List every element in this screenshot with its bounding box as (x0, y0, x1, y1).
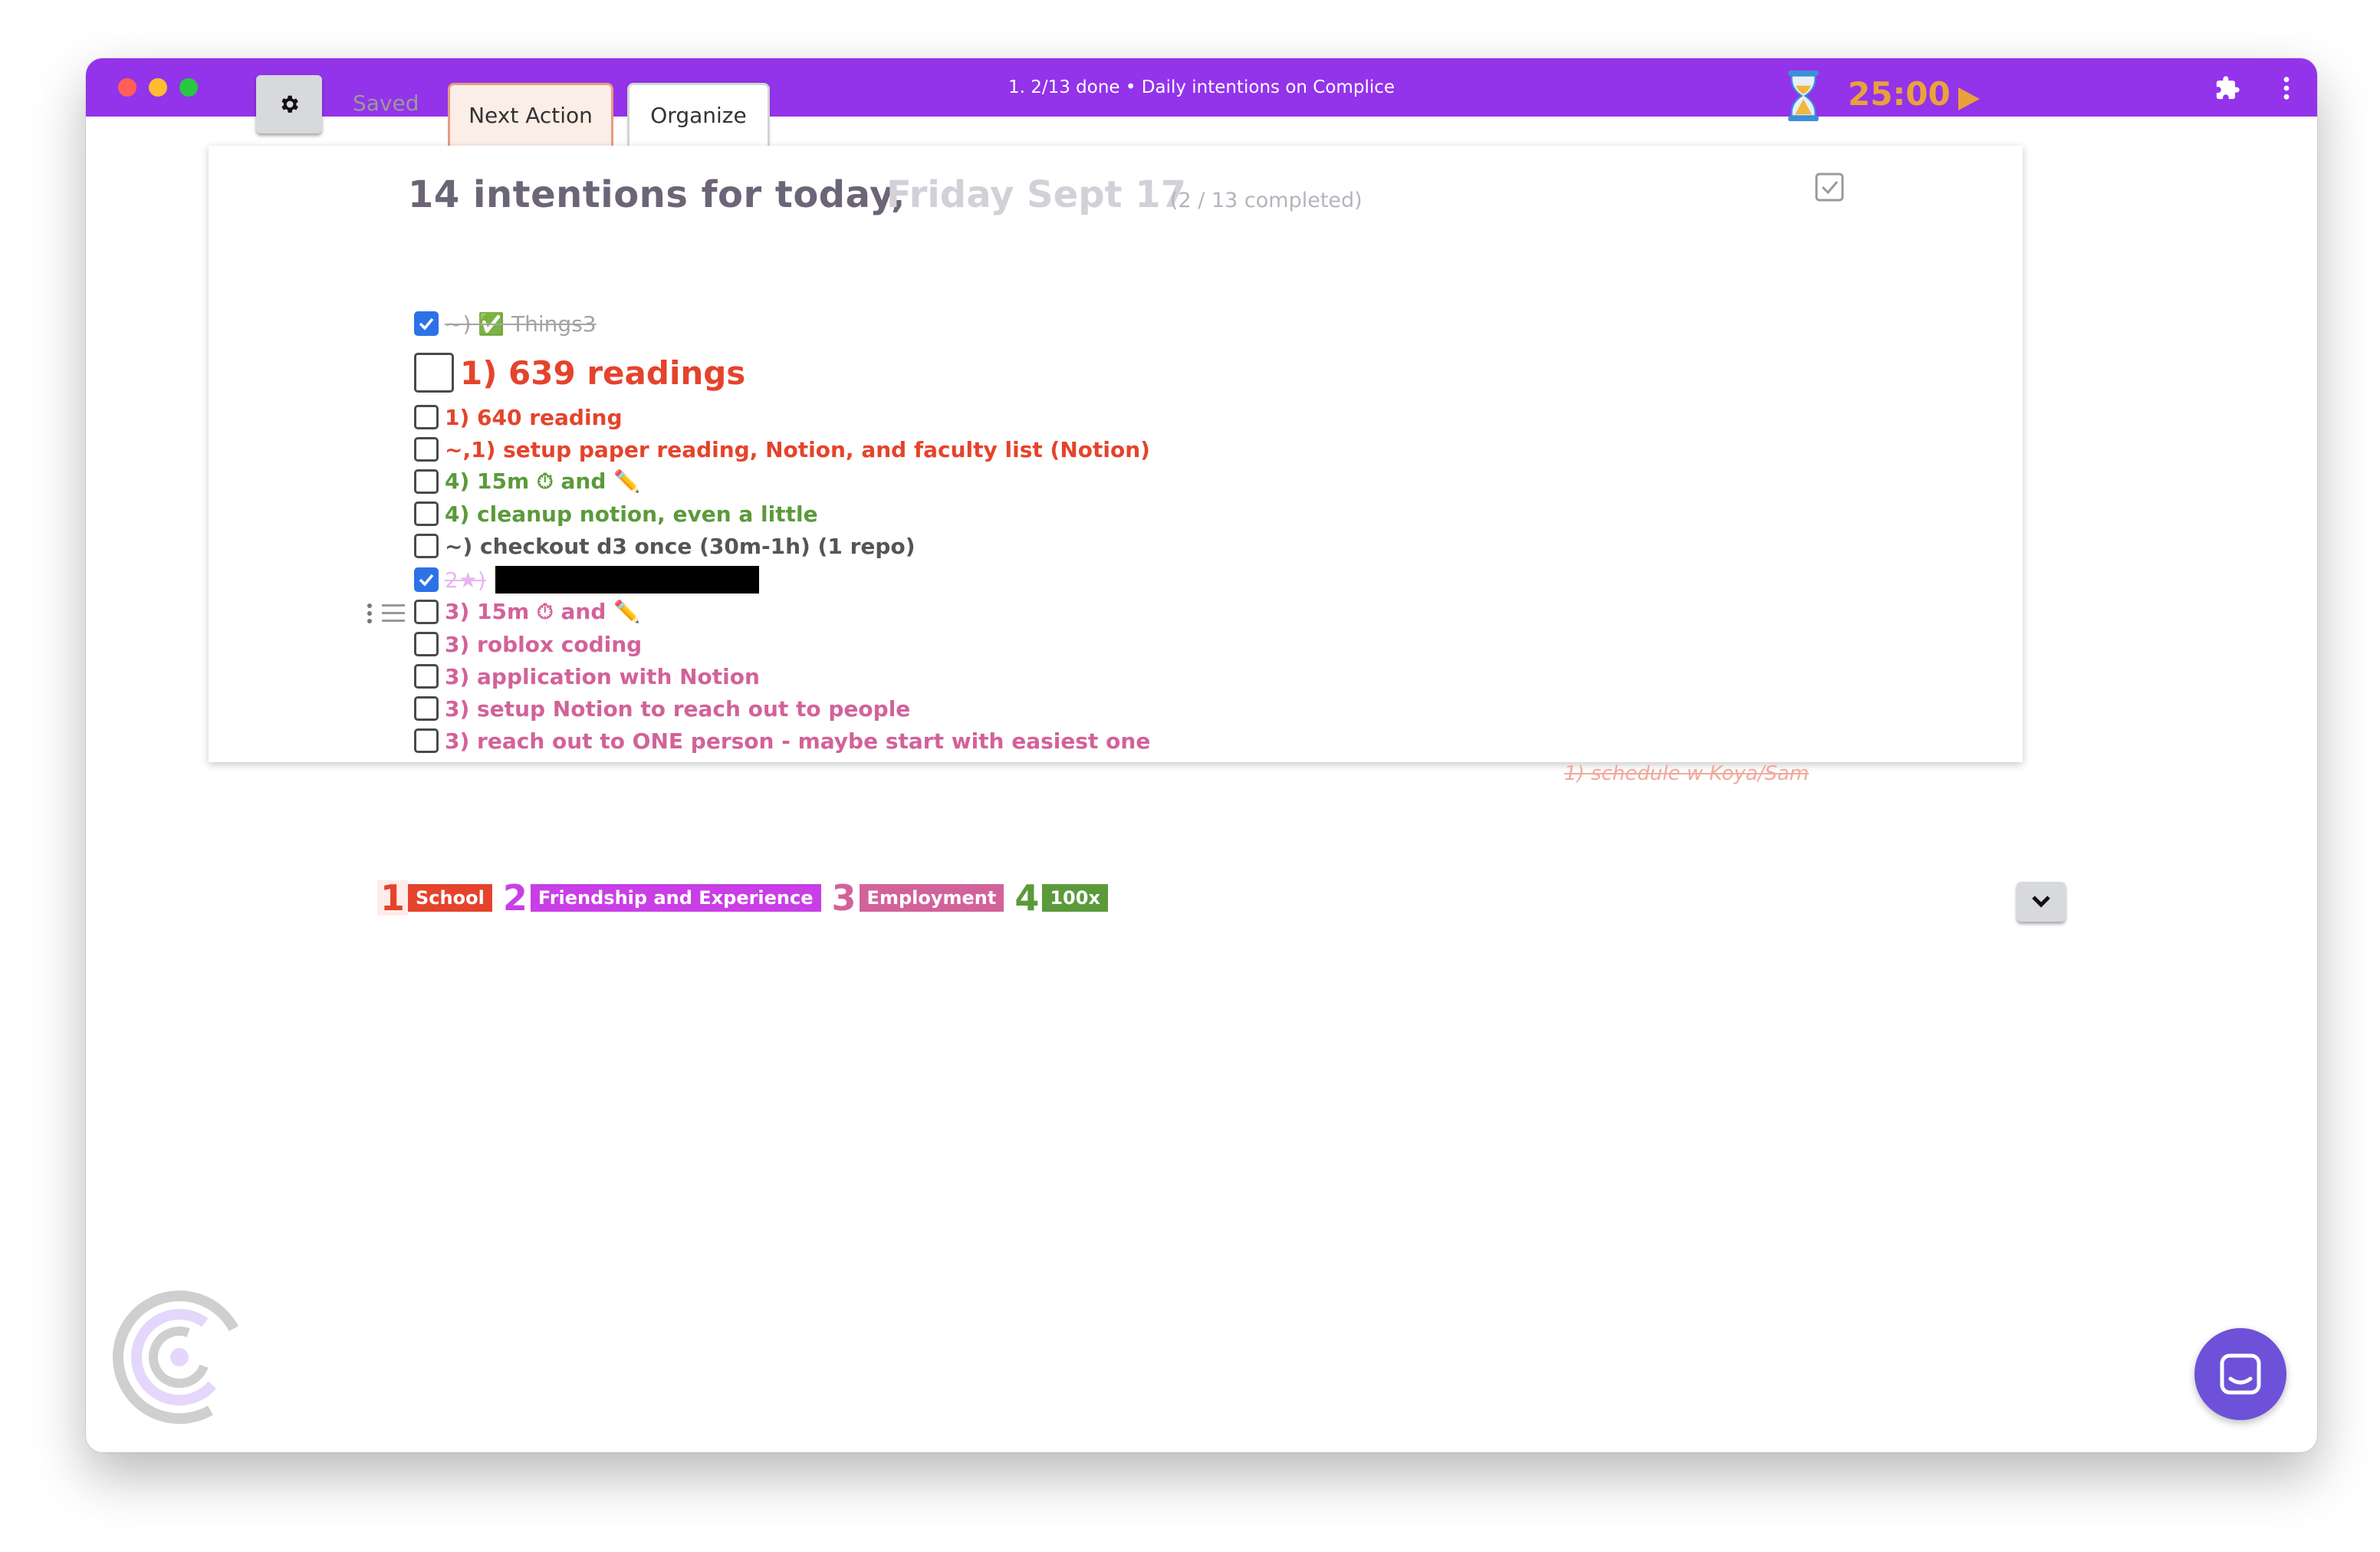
intention-text: 1) 639 readings (460, 353, 746, 392)
goal-number: 3 (831, 877, 856, 919)
window-title: 1. 2/13 done • Daily intentions on Compl… (1008, 77, 1395, 97)
intention-checkbox[interactable] (414, 600, 439, 624)
intentions-heading: 14 intentions for today, (408, 173, 906, 216)
intention-checkbox[interactable] (414, 534, 439, 558)
completed-count: (2 / 13 completed) (1170, 189, 1363, 212)
intention-item[interactable]: 2★) (414, 564, 759, 595)
complice-logo-icon[interactable] (110, 1288, 248, 1426)
goal-label: School (408, 884, 492, 912)
intention-item[interactable]: ~) ✅ Things3 (414, 308, 597, 339)
intention-text: 2★) (445, 567, 486, 593)
goal-number: 4 (1014, 877, 1040, 919)
intention-item[interactable]: ~) checkout d3 once (30m-1h) (1 repo) (414, 531, 916, 561)
play-icon[interactable] (1957, 86, 1981, 112)
drag-handle-icon[interactable] (367, 601, 406, 626)
intention-text: 3) setup Notion to reach out to people (445, 695, 911, 722)
checkbox-toggle-icon[interactable] (1814, 172, 1845, 202)
intention-item[interactable]: ~,1) setup paper reading, Notion, and fa… (414, 434, 1150, 465)
intention-text: 3) roblox coding (445, 631, 643, 657)
tab-next-action[interactable]: Next Action (448, 83, 613, 146)
goal-label: Employment (859, 884, 1004, 912)
goal-label: 100x (1042, 884, 1108, 912)
intention-text: ~) checkout d3 once (30m-1h) (1 repo) (445, 533, 916, 559)
intention-text: 3) 15m ⏱ and ✏️ (445, 599, 640, 624)
intention-text: 1) 640 reading (445, 404, 623, 430)
puzzle-icon[interactable] (2214, 75, 2240, 101)
intention-checkbox[interactable] (414, 311, 439, 336)
tab-organize[interactable]: Organize (627, 83, 770, 146)
goal-school[interactable]: 1 School (377, 880, 492, 916)
intention-text: 4) 15m ⏱ and ✏️ (445, 469, 640, 494)
chat-button[interactable] (2194, 1328, 2286, 1420)
settings-button[interactable] (256, 75, 322, 133)
intention-text: ~) ✅ Things3 (445, 311, 597, 337)
intention-item[interactable]: 3) reach out to ONE person - maybe start… (414, 725, 1150, 756)
hourglass-icon[interactable] (1787, 71, 1820, 121)
side-note[interactable]: 1) schedule w Koya/Sam (1564, 762, 1809, 785)
goal-label: Friendship and Experience (530, 884, 821, 912)
intention-checkbox[interactable] (414, 501, 439, 526)
intention-item[interactable]: 3) setup Notion to reach out to people (414, 693, 910, 724)
chevron-down-icon (2032, 896, 2050, 908)
intention-checkbox[interactable] (414, 728, 439, 753)
chat-icon (2220, 1353, 2261, 1395)
intention-item[interactable]: 3) roblox coding (414, 629, 642, 659)
redacted-block (495, 566, 759, 594)
kebab-icon[interactable] (2279, 75, 2294, 101)
title-bar: 1. 2/13 done • Daily intentions on Compl… (86, 58, 2317, 117)
gear-icon (281, 95, 298, 113)
intention-text: ~,1) setup paper reading, Notion, and fa… (445, 436, 1150, 462)
intention-item[interactable]: 4) 15m ⏱ and ✏️ (414, 466, 640, 497)
pomodoro-timer[interactable]: 25:00 (1848, 75, 1951, 113)
intention-checkbox[interactable] (414, 632, 439, 656)
goals-legend: 1 School 2 Friendship and Experience 3 E… (377, 880, 1116, 916)
intention-text: 3) reach out to ONE person - maybe start… (445, 728, 1151, 754)
collapse-button[interactable] (2017, 882, 2066, 922)
goal-number: 1 (377, 880, 409, 916)
intention-checkbox[interactable] (414, 405, 439, 429)
goal-friendship[interactable]: 2 Friendship and Experience (500, 880, 821, 916)
intention-text: 3) application with Notion (445, 663, 760, 689)
intention-checkbox[interactable] (414, 664, 439, 689)
goal-employment[interactable]: 3 Employment (829, 880, 1004, 916)
intention-checkbox[interactable] (414, 567, 439, 592)
intention-checkbox[interactable] (414, 437, 439, 462)
goal-100x[interactable]: 4 100x (1011, 880, 1108, 916)
intention-checkbox[interactable] (414, 469, 439, 494)
saved-status: Saved (353, 90, 419, 116)
intention-item[interactable]: 1) 640 reading (414, 402, 623, 432)
intention-checkbox[interactable] (414, 353, 454, 393)
intention-checkbox[interactable] (414, 696, 439, 721)
intention-item[interactable]: 4) cleanup notion, even a little (414, 498, 818, 529)
goal-number: 2 (502, 877, 528, 919)
intention-item[interactable]: 1) 639 readings (414, 350, 745, 396)
intention-item[interactable]: 3) application with Notion (414, 661, 760, 692)
intentions-date: Friday Sept 17 (886, 173, 1187, 216)
intention-text: 4) cleanup notion, even a little (445, 501, 818, 527)
intention-item[interactable]: 3) 15m ⏱ and ✏️ (414, 597, 640, 627)
